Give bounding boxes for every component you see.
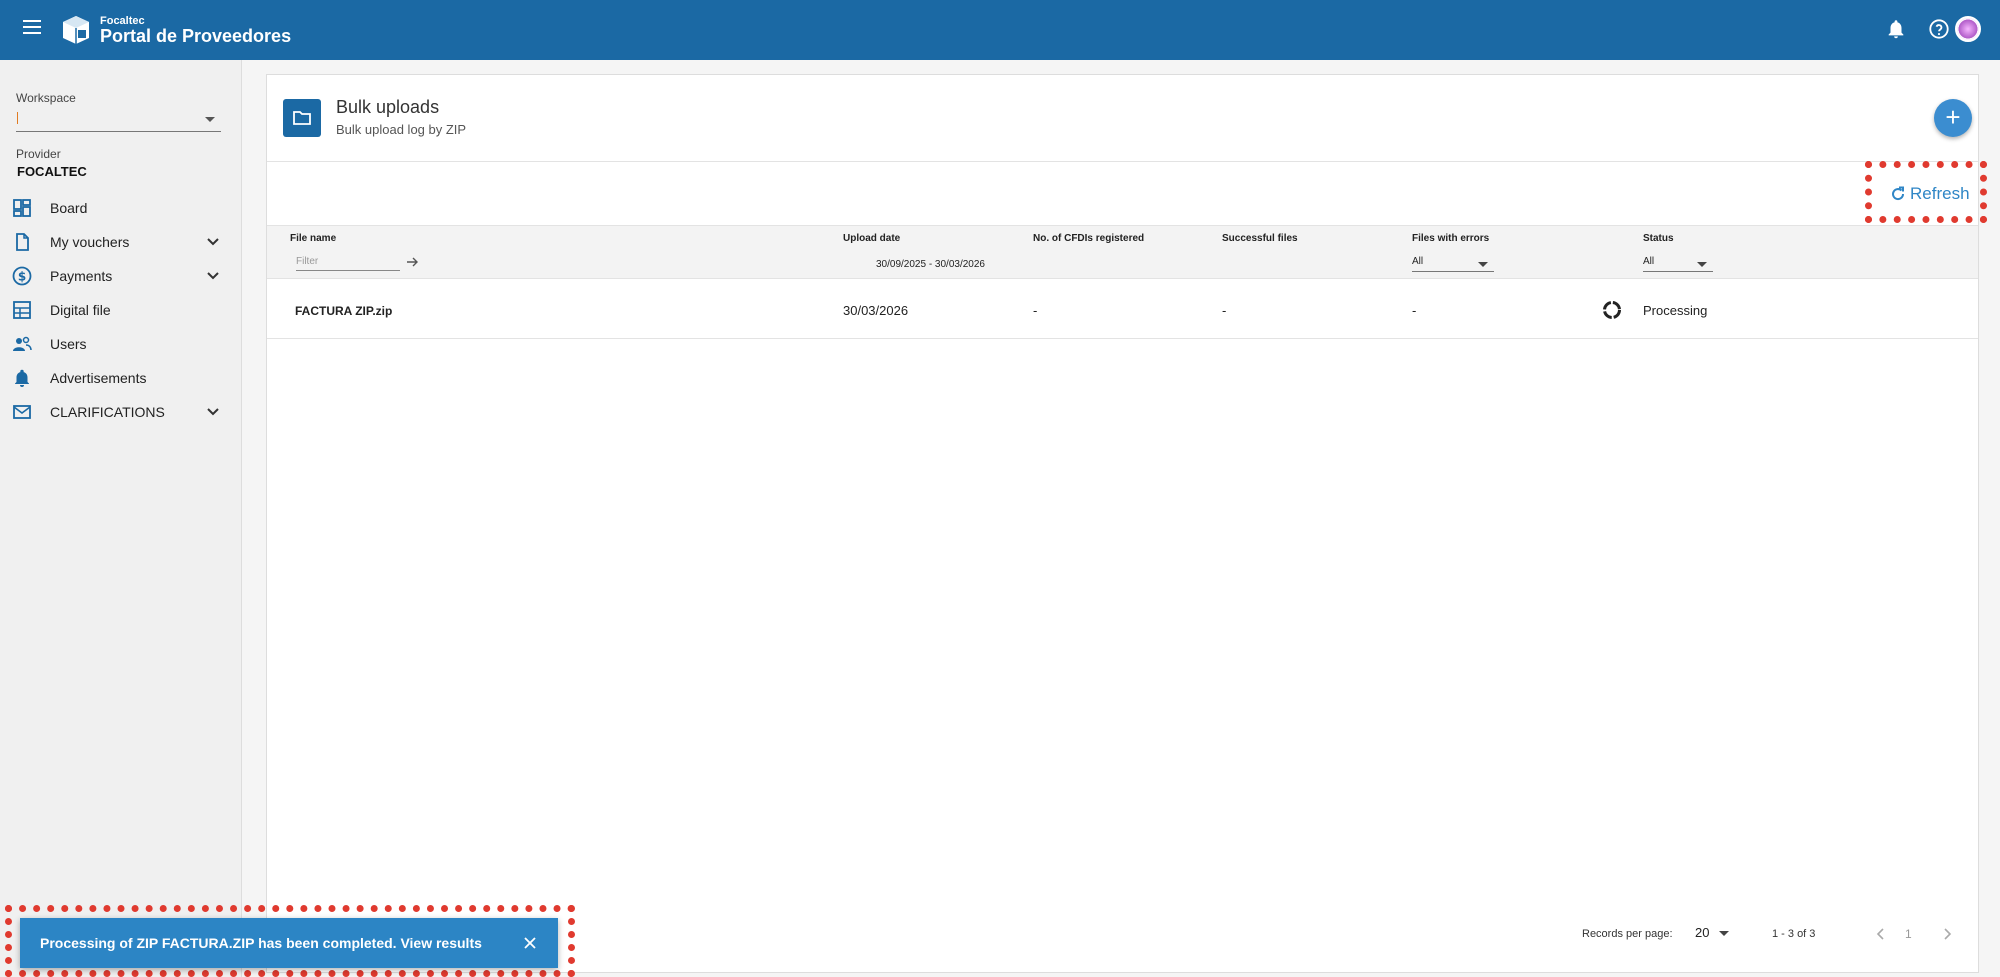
table-row[interactable]: FACTURA ZIP.zip 30/03/2026 - - - Process… [267,279,1978,339]
logo-cube-icon [63,16,89,44]
top-app-bar: Focaltec Portal de Proveedores [0,0,2000,60]
sidebar-item-payments[interactable]: $ Payments [0,259,242,293]
dollar-icon: $ [12,266,32,286]
plus-icon: + [1945,102,1961,132]
notification-toast: Processing of ZIP FACTURA.ZIP has been c… [20,918,558,968]
page-header-icon [283,99,321,137]
cell-cfdis: - [1033,303,1038,318]
sidebar-item-label: Advertisements [50,370,147,386]
folder-icon [293,111,311,125]
sidebar-item-advertisements[interactable]: Advertisements [0,361,242,395]
errors-filter-value: All [1412,256,1424,267]
workspace-select[interactable] [16,106,221,132]
menu-icon[interactable] [18,16,46,44]
sidebar-item-board[interactable]: Board [0,191,242,225]
arrow-right-icon[interactable] [405,255,419,269]
dropdown-arrow-icon [1719,931,1729,936]
user-avatar[interactable] [1955,16,1981,42]
processing-spinner-icon [1603,301,1621,319]
toast-message[interactable]: Processing of ZIP FACTURA.ZIP has been c… [40,935,482,951]
header-divider [267,161,1978,162]
chevron-down-icon [207,272,219,280]
text-cursor [17,112,18,124]
sidebar-item-users[interactable]: Users [0,327,242,361]
sidebar-item-label: Users [50,336,87,352]
cell-errors: - [1412,303,1417,318]
column-header-errors[interactable]: Files with errors [1412,233,1489,244]
dropdown-arrow-icon [1478,262,1488,267]
current-page-number[interactable]: 1 [1905,927,1912,941]
column-header-status[interactable]: Status [1643,233,1674,244]
sidebar-item-label: CLARIFICATIONS [50,404,165,420]
page-subtitle: Bulk upload log by ZIP [336,122,467,137]
add-upload-button[interactable]: + [1934,99,1972,137]
column-header-file-name[interactable]: File name [290,233,336,244]
column-header-successful[interactable]: Successful files [1222,233,1298,244]
sidebar-item-label: Board [50,200,88,216]
chevron-right-icon[interactable] [1939,925,1955,943]
cell-file-name: FACTURA ZIP.zip [295,304,393,318]
dropdown-arrow-icon [1697,262,1707,267]
sidebar-item-label: Payments [50,268,113,284]
sidebar-item-digital-file[interactable]: Digital file [0,293,242,327]
notifications-bell-icon[interactable] [1885,18,1907,40]
bulk-uploads-card: Bulk uploads Bulk upload log by ZIP + Re… [266,74,1987,973]
column-header-upload-date[interactable]: Upload date [843,233,900,244]
errors-filter-select[interactable]: All [1412,254,1494,272]
sidebar-item-clarifications[interactable]: CLARIFICATIONS [0,395,242,429]
status-filter-value: All [1643,256,1655,267]
page-title: Bulk uploads [336,97,440,117]
sidebar-item-label: My vouchers [50,234,130,250]
users-icon [13,336,32,351]
sidebar: Workspace Provider FOCALTEC Board My vou… [0,60,242,977]
file-name-filter-input[interactable] [296,253,400,271]
records-per-page-value: 20 [1695,925,1710,940]
records-per-page-label: Records per page: [1582,928,1673,940]
date-range-filter[interactable]: 30/09/2025 - 30/03/2026 [876,259,985,270]
provider-label: Provider [16,147,61,161]
svg-text:$: $ [18,270,26,284]
table-header: File name Upload date No. of CFDIs regis… [267,225,1978,279]
provider-value: FOCALTEC [17,164,87,179]
workspace-label: Workspace [16,91,76,105]
pagination-range: 1 - 3 of 3 [1772,928,1816,940]
dropdown-arrow-icon [205,117,215,122]
document-icon [16,233,29,251]
mail-icon [13,405,31,419]
sidebar-nav: Board My vouchers $ Payments Digital fil… [0,191,242,429]
records-per-page-select[interactable]: 20 [1695,925,1729,943]
cell-upload-date: 30/03/2026 [843,303,909,318]
help-icon[interactable] [1928,18,1950,40]
status-filter-select[interactable]: All [1643,254,1713,272]
column-header-cfdis[interactable]: No. of CFDIs registered [1033,233,1144,244]
refresh-icon [1892,186,1905,201]
bell-icon [15,369,29,387]
digital-file-icon [13,301,31,319]
cell-successful: - [1222,303,1227,318]
chevron-down-icon [207,408,219,416]
sidebar-item-label: Digital file [50,302,111,318]
sidebar-item-my-vouchers[interactable]: My vouchers [0,225,242,259]
dashboard-icon [13,199,31,217]
cell-status: Processing [1643,303,1708,318]
refresh-label: Refresh [1910,184,1970,203]
chevron-down-icon [207,238,219,246]
brand-title: Portal de Proveedores [100,26,292,46]
close-icon[interactable] [523,936,537,950]
chevron-left-icon[interactable] [1873,925,1889,943]
